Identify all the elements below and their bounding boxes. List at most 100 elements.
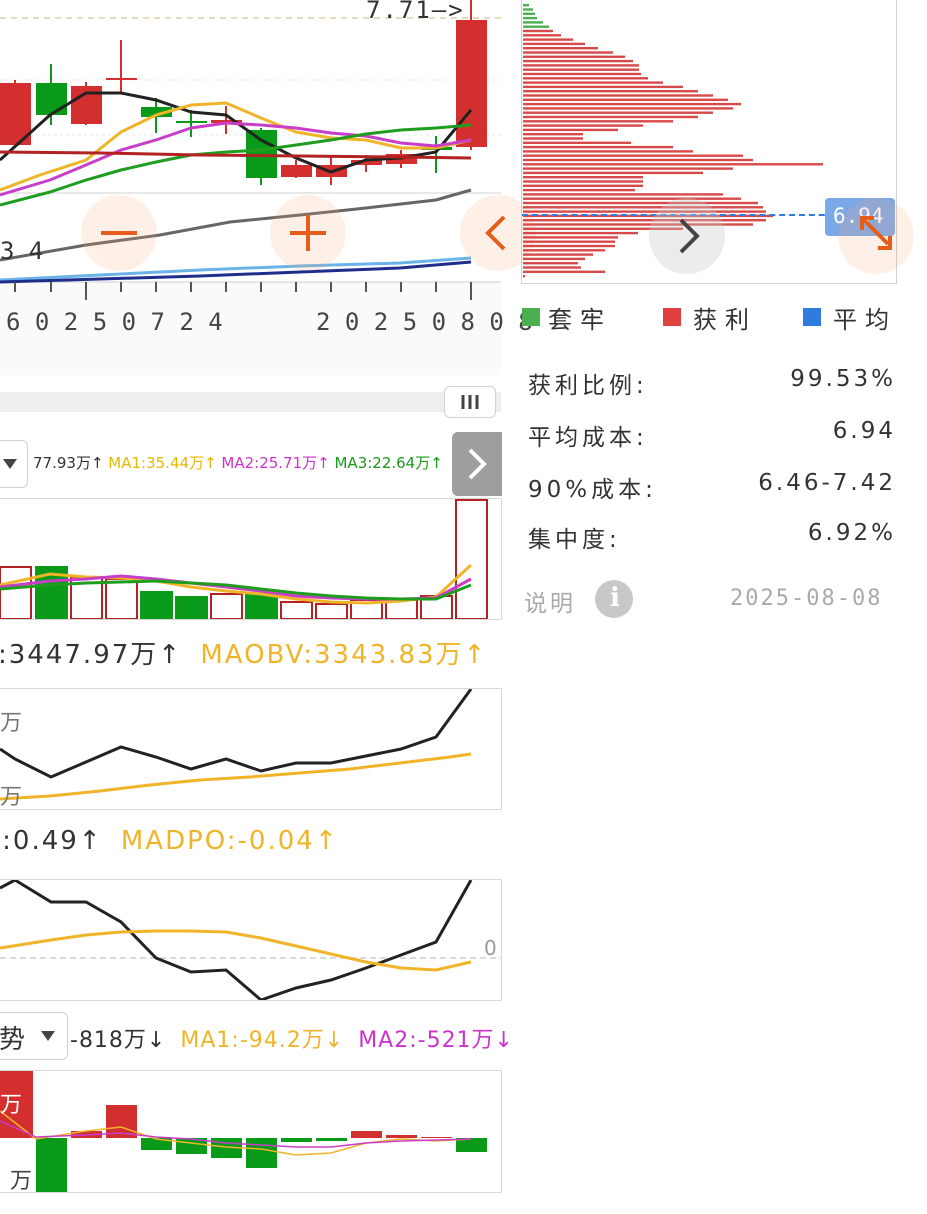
info-icon[interactable]: i [595,580,633,618]
chip-bar [523,137,583,140]
chevron-right-icon [679,218,700,254]
chip-bar [523,231,638,235]
legend-label-trapped: 套牢 [548,306,612,334]
chip-bar [523,115,698,119]
zoom-in-button[interactable] [270,195,346,271]
grip-icon [461,395,479,409]
stat-concentration: 集中度: 6.92% [528,520,896,553]
dpo-ma: MADPO:-0.04↑ [120,826,339,856]
chip-bar [523,29,553,33]
next-indicator-button[interactable] [452,432,502,496]
flow-axis-top: 万 [0,1093,23,1118]
chip-bar [523,68,639,71]
chip-bar [523,12,535,15]
volume-chart [0,499,488,620]
zoom-out-button[interactable] [81,195,157,271]
chip-bar [523,77,648,80]
chip-bar [523,240,615,243]
chip-bar [523,244,615,248]
volume-ma2: MA2:25.71万↑ [221,454,330,472]
volume-indicator-select[interactable] [0,440,28,488]
stat-key: 平均成本: [528,425,648,451]
stat-profit-ratio: 获利比例: 99.53% [528,366,896,399]
chip-bar [523,180,643,183]
obv-panel: 万 万 [0,688,502,810]
flow-selector-label: 势 [0,1025,26,1055]
expand-button[interactable] [838,198,914,274]
chip-bar [523,47,598,50]
legend-swatch-average [803,308,821,326]
chip-bar [523,219,766,222]
panel-splitter[interactable] [0,392,501,412]
chip-bar [523,51,613,54]
chip-bar [523,120,673,123]
chip-bar [523,236,618,239]
plus-icon [290,215,326,251]
chip-bar [523,128,618,132]
chip-bar [523,102,741,106]
flow-value: -818万↓ [70,1028,167,1053]
chip-bar [523,193,723,196]
chip-bar [523,42,585,46]
volume-panel [0,498,502,620]
chip-bar [523,90,698,93]
chip-bar [523,8,533,11]
chip-bar [523,21,543,24]
chip-bar [523,266,581,269]
flow-header: -818万↓ MA1:-94.2万↓ MA2:-521万↓ [70,1022,514,1054]
dpo-header: ):0.49↑ MADPO:-0.04↑ [0,826,339,856]
chip-bar [523,163,823,166]
date-label-right: 2 0 2 5 0 8 0 8 [316,308,533,336]
stat-key: 获利比例: [528,373,648,399]
flow-axis-bottom: 万 [10,1169,33,1194]
dpo-panel: 0 [0,878,502,1002]
chip-bar [523,111,713,114]
flow-ma1: MA1:-94.2万↓ [180,1028,345,1053]
chip-bar [523,124,643,127]
stat-value: 6.46-7.42 [758,470,896,496]
chip-bar [523,206,763,209]
note-link[interactable]: 说明 [524,584,576,618]
chip-bar [523,107,733,110]
flow-panel: 万 万 [0,1070,502,1194]
volume-ma1: MA1:35.44万↑ [108,454,217,472]
chip-bar [523,210,766,213]
chip-bar [523,34,561,37]
dpo-chart [0,878,501,1002]
stat-average-cost: 平均成本: 6.94 [528,418,896,451]
chip-bar [523,38,573,41]
legend-label-average: 平均 [833,306,897,334]
legend-swatch-trapped [522,308,540,326]
date-label-left: 6 0 2 5 0 7 2 4 [6,308,223,336]
chip-bar [523,59,633,63]
flow-indicator-select[interactable]: 势 [0,1012,68,1060]
chip-date: 2025-08-08 [730,586,883,611]
kline-panel: 7.71—> 3 4 6 0 2 5 0 7 2 4 2 0 2 5 0 8 0… [0,0,533,375]
chip-bar [523,133,583,136]
chip-bar [523,176,643,179]
chip-bar [523,188,635,192]
chip-bar [523,94,713,97]
obv-chart [0,688,473,801]
chip-bar [523,158,753,162]
volume-header: 77.93万↑ MA1:35.44万↑ MA2:25.71万↑ MA3:22.6… [33,452,443,473]
chip-bar [523,85,683,89]
chip-bar [523,150,693,153]
chip-bar [523,72,641,76]
legend-label-profit: 获利 [693,306,757,334]
splitter-handle[interactable] [444,386,496,418]
flow-ma2: MA2:-521万↓ [358,1028,514,1053]
obv-header: :3447.97万↑ MAOBV:3343.83万↑ [0,634,487,671]
expand-icon [860,216,892,250]
scroll-right-button[interactable] [649,198,725,274]
chip-bar [523,145,673,149]
chip-bar [523,4,529,7]
obv-ma: MAOBV:3343.83万↑ [200,640,488,670]
dpo-value: ):0.49↑ [0,826,103,856]
stat-key: 集中度: [528,527,621,553]
chip-bar [523,16,537,20]
dropdown-icon [41,1031,55,1041]
chip-bar [523,262,578,265]
volume-ma3: MA3:22.64万↑ [334,454,443,472]
stat-key: 90%成本: [528,477,657,503]
